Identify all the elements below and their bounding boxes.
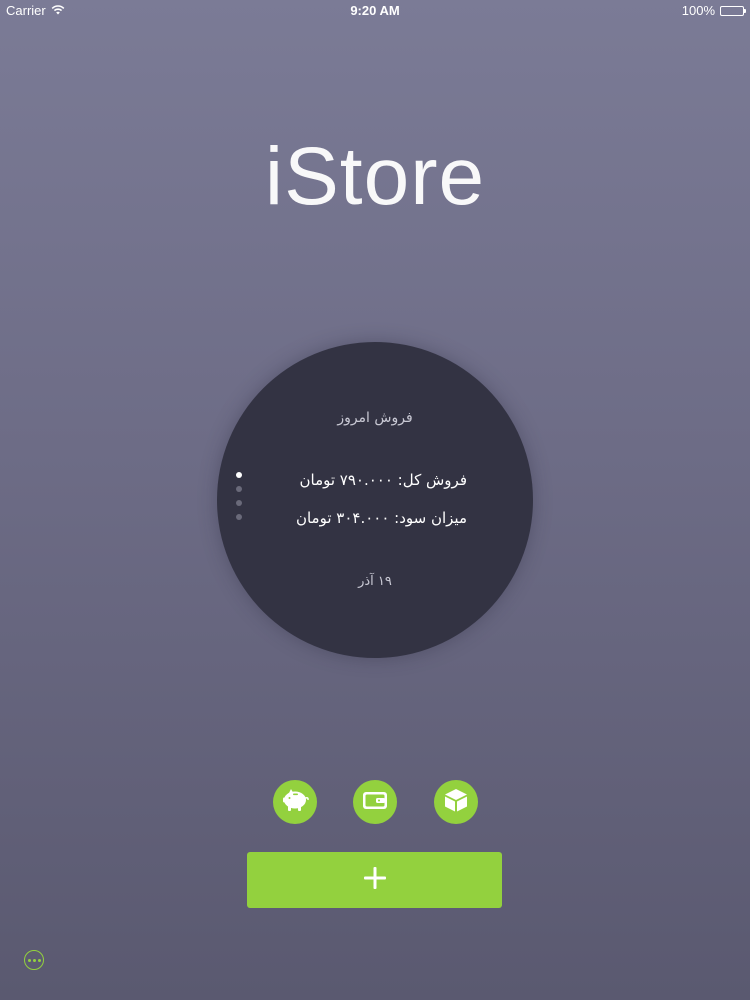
plus-icon xyxy=(362,865,388,895)
status-bar: Carrier 9:20 AM 100% xyxy=(0,0,750,22)
add-button[interactable] xyxy=(247,852,502,908)
wallet-button[interactable] xyxy=(353,780,397,824)
inventory-button[interactable] xyxy=(434,780,478,824)
today-sales-heading: فروش امروز xyxy=(337,410,413,426)
page-dot-4[interactable] xyxy=(236,514,242,520)
status-time: 9:20 AM xyxy=(350,3,400,18)
page-dot-1[interactable] xyxy=(236,472,242,478)
more-icon-dot-2 xyxy=(32,958,36,962)
page-dot-3[interactable] xyxy=(236,500,242,506)
more-icon-dot-3 xyxy=(37,958,41,962)
more-icon xyxy=(27,958,31,962)
total-sales-text: فروش کل: ۷۹۰.۰۰۰ تومان xyxy=(299,471,467,489)
app-title: iStore xyxy=(264,131,486,222)
sales-summary-card[interactable]: فروش امروز فروش کل: ۷۹۰.۰۰۰ تومان میزان … xyxy=(217,342,533,658)
wallet-icon xyxy=(362,789,388,815)
battery-label: 100% xyxy=(681,3,715,18)
piggy-bank-icon xyxy=(280,787,310,817)
page-indicator[interactable] xyxy=(236,472,242,520)
savings-button[interactable] xyxy=(273,780,317,824)
more-button[interactable] xyxy=(24,950,44,970)
date-text: ۱۹ آذر xyxy=(358,574,392,589)
page-dot-2[interactable] xyxy=(236,486,242,492)
profit-text: میزان سود: ۳۰۴.۰۰۰ تومان xyxy=(295,509,467,527)
battery-icon xyxy=(720,5,746,16)
box-icon xyxy=(443,787,469,817)
status-right: 100% xyxy=(681,3,746,18)
